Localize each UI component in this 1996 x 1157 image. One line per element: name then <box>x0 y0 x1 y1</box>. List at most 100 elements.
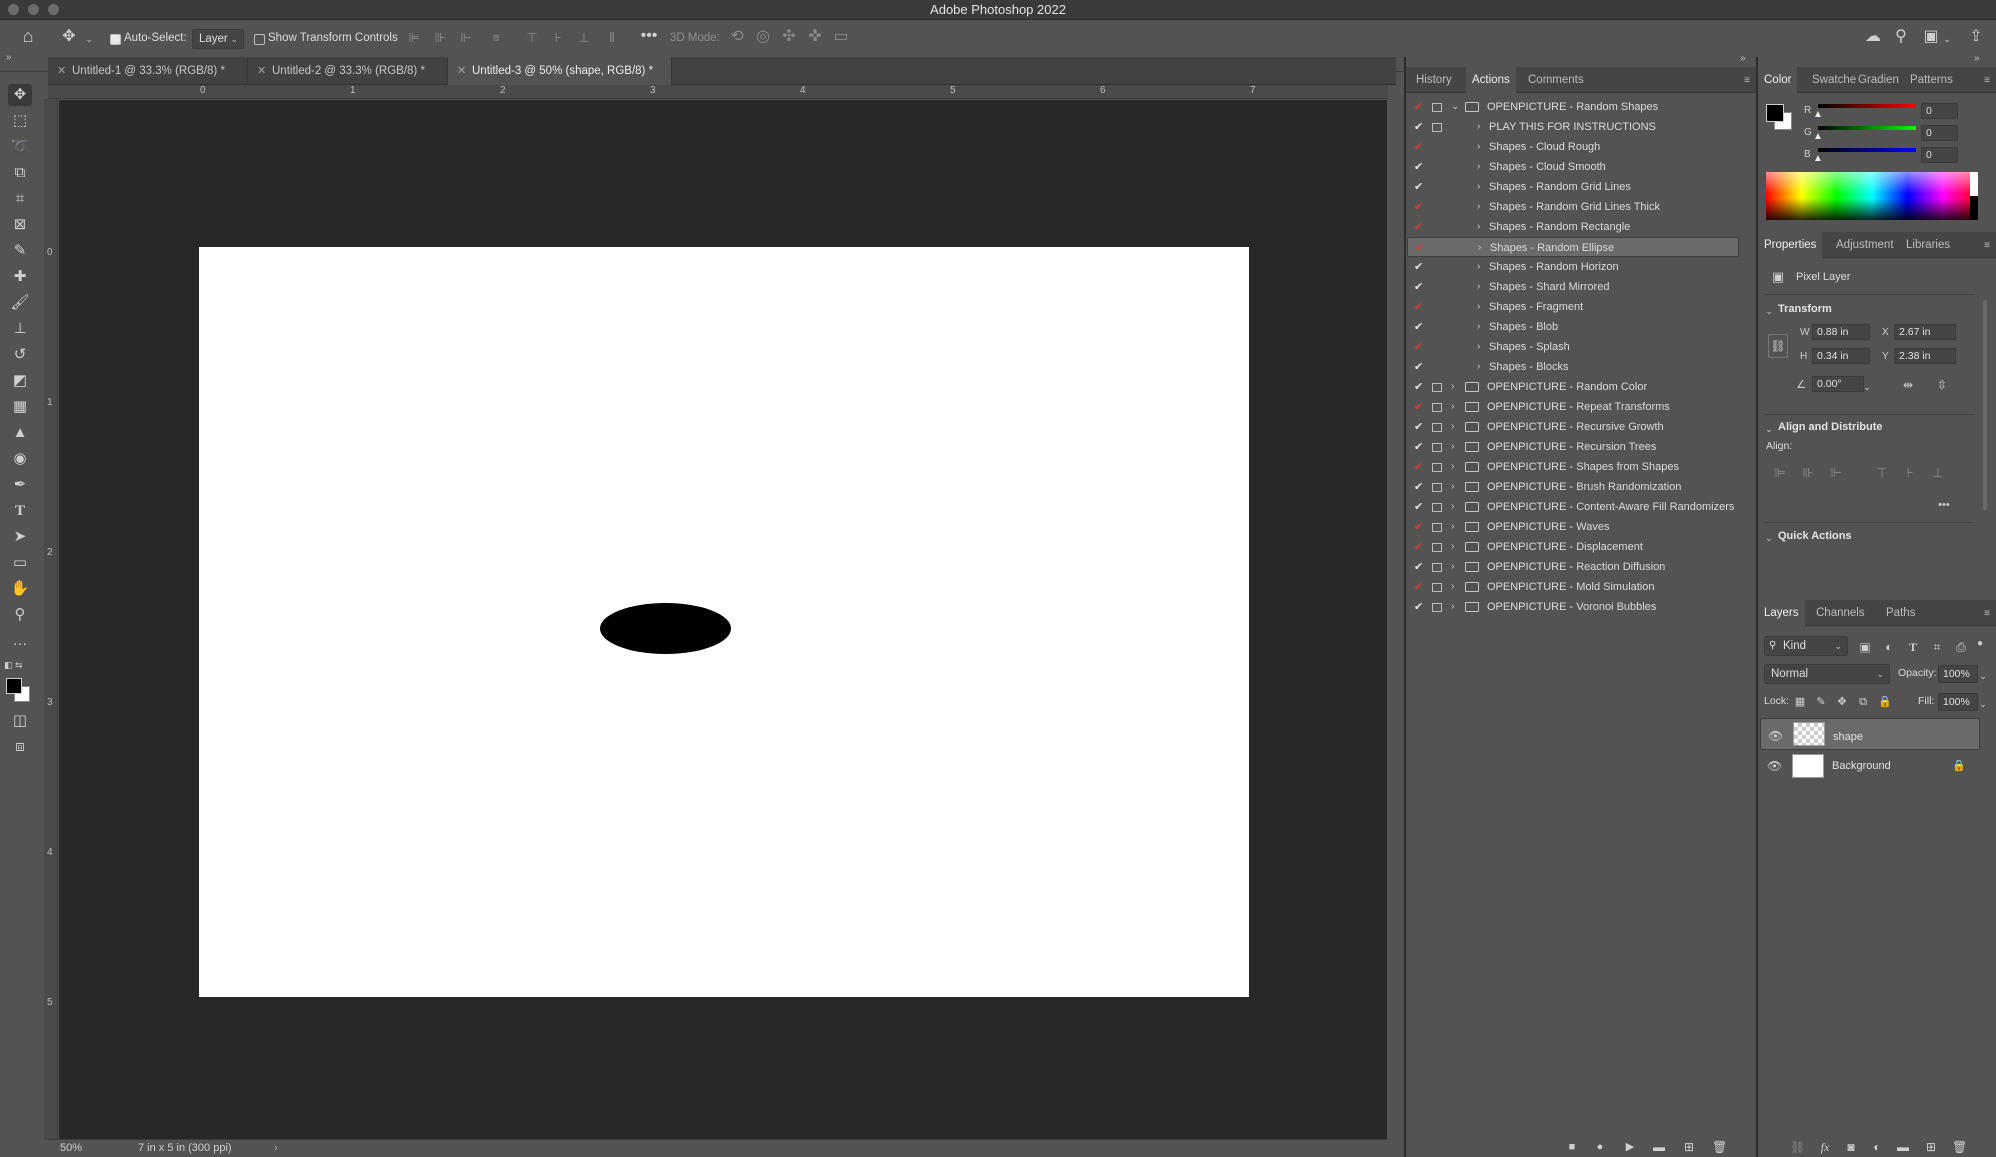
gradient-tool-icon[interactable]: ▦ <box>8 396 32 418</box>
toggle-item-check-icon[interactable]: ✔ <box>1414 297 1423 317</box>
dialog-toggle-icon[interactable] <box>1432 583 1442 592</box>
toggle-item-check-icon[interactable]: ✔ <box>1414 477 1423 497</box>
panel-divider[interactable] <box>1404 57 1406 1157</box>
pen-tool-icon[interactable]: ✒ <box>8 474 32 496</box>
close-window-icon[interactable] <box>8 4 19 15</box>
tab-comments[interactable]: Comments <box>1528 67 1584 93</box>
dialog-toggle-icon[interactable] <box>1432 503 1442 512</box>
link-layers-icon[interactable]: ⛓ <box>1790 1139 1805 1155</box>
minimize-window-icon[interactable] <box>28 4 39 15</box>
workspace-chevron-icon[interactable]: ⌄ <box>1942 31 1952 47</box>
g-value[interactable]: 0 <box>1921 125 1958 141</box>
more-align-options-icon[interactable]: ••• <box>1936 497 1952 513</box>
action-row[interactable]: ✔ › Shapes - Shard Mirrored <box>1407 277 1739 297</box>
tab-color[interactable]: Color <box>1758 67 1798 93</box>
r-slider-handle-icon[interactable]: ▲ <box>1812 107 1824 123</box>
dialog-toggle-icon[interactable] <box>1432 563 1442 572</box>
chevron-right-icon[interactable]: › <box>1451 377 1454 397</box>
filter-shape-icon[interactable]: ⌗ <box>1930 639 1944 655</box>
flip-vertical-icon[interactable]: ⇳ <box>1934 377 1950 393</box>
eye-icon[interactable]: 👁 <box>1768 727 1783 745</box>
g-slider[interactable] <box>1818 126 1916 130</box>
chevron-right-icon[interactable]: › <box>1451 537 1454 557</box>
toggle-item-check-icon[interactable]: ✔ <box>1414 397 1423 417</box>
zoom-tool-icon[interactable]: ⚲ <box>8 604 32 626</box>
blend-mode-dropdown[interactable]: Normal ⌄ <box>1764 664 1890 684</box>
align-top-icon[interactable]: ⊤ <box>524 30 540 46</box>
layer-name[interactable]: shape <box>1833 728 1863 746</box>
new-layer-icon[interactable]: ⊞ <box>1924 1139 1938 1155</box>
3d-scale-icon[interactable]: ▭ <box>832 29 850 45</box>
height-field[interactable]: 0.34 in <box>1812 348 1870 364</box>
panel-menu-icon[interactable]: ≡ <box>1984 608 1990 619</box>
action-set-row[interactable]: ✔ › OPENPICTURE - Recursion Trees <box>1407 437 1739 457</box>
chevron-right-icon[interactable]: › <box>1477 297 1480 317</box>
swap-colors-icon[interactable]: ◧ ⇆ <box>4 660 32 674</box>
toggle-item-check-icon[interactable]: ✔ <box>1414 437 1423 457</box>
lock-transparent-icon[interactable]: ▦ <box>1794 694 1806 710</box>
action-set-row[interactable]: ✔ › OPENPICTURE - Mold Simulation <box>1407 577 1739 597</box>
dialog-toggle-icon[interactable] <box>1432 523 1442 532</box>
chevron-right-icon[interactable]: › <box>1451 577 1454 597</box>
frame-tool-icon[interactable]: ⊠ <box>8 214 32 236</box>
distribute-vertical-icon[interactable]: ≡ <box>488 30 504 46</box>
toggle-item-check-icon[interactable]: ✔ <box>1414 177 1423 197</box>
lock-all-icon[interactable]: 🔒 <box>1878 694 1892 710</box>
action-set-row[interactable]: ✔ › OPENPICTURE - Brush Randomization <box>1407 477 1739 497</box>
toggle-item-check-icon[interactable]: ✔ <box>1414 557 1423 577</box>
dialog-toggle-icon[interactable] <box>1432 443 1442 452</box>
tab-layers[interactable]: Layers <box>1758 600 1805 626</box>
screen-mode-icon[interactable]: ⧈ <box>8 736 32 758</box>
width-field[interactable]: 0.88 in <box>1812 324 1870 340</box>
panel-menu-icon[interactable]: ≡ <box>1744 75 1750 86</box>
b-value[interactable]: 0 <box>1921 147 1958 163</box>
more-options-icon[interactable]: ••• <box>640 28 658 44</box>
layer-row-shape[interactable]: 👁 shape <box>1760 718 1980 750</box>
color-spectrum[interactable] <box>1766 172 1978 220</box>
lasso-tool-icon[interactable]: ➰ <box>8 136 32 158</box>
link-icon[interactable]: ⛓ <box>1768 334 1788 358</box>
chevron-right-icon[interactable]: › <box>1477 357 1480 377</box>
close-tab-icon[interactable]: ✕ <box>257 57 266 85</box>
new-action-icon[interactable]: ⊞ <box>1682 1139 1696 1155</box>
move-tool-icon[interactable]: ✥ <box>60 29 78 45</box>
share-icon[interactable]: ⇪ <box>1967 29 1985 45</box>
auto-select-checkbox[interactable] <box>110 34 121 45</box>
toggle-item-check-icon[interactable]: ✔ <box>1414 257 1423 277</box>
object-select-tool-icon[interactable]: ⧉ <box>8 162 32 184</box>
chevron-right-icon[interactable]: › <box>1451 397 1454 417</box>
action-row[interactable]: ✔ › Shapes - Random Horizon <box>1407 257 1739 277</box>
foreground-color-swatch[interactable] <box>1766 104 1784 122</box>
crop-tool-icon[interactable]: ⌗ <box>8 188 32 210</box>
panel-menu-icon[interactable]: ≡ <box>1984 240 1990 251</box>
3d-roll-icon[interactable]: ◎ <box>754 29 772 45</box>
toggle-item-check-icon[interactable]: ✔ <box>1414 517 1423 537</box>
action-set-row[interactable]: ✔ › OPENPICTURE - Reaction Diffusion <box>1407 557 1739 577</box>
action-row[interactable]: ✔ › Shapes - Cloud Rough <box>1407 137 1739 157</box>
new-set-icon[interactable]: ▬ <box>1652 1139 1666 1155</box>
chevron-right-icon[interactable]: › <box>1477 197 1480 217</box>
chevron-right-icon[interactable]: › <box>1477 217 1480 237</box>
clone-stamp-tool-icon[interactable]: ⊥ <box>8 318 32 340</box>
3d-pan-icon[interactable]: ✣ <box>780 29 798 45</box>
play-icon[interactable]: ▶ <box>1624 1139 1636 1155</box>
dialog-toggle-icon[interactable] <box>1432 543 1442 552</box>
chevron-right-icon[interactable]: › <box>1451 517 1454 537</box>
document-canvas[interactable] <box>199 247 1249 997</box>
dialog-toggle-icon[interactable] <box>1432 123 1442 132</box>
3d-orbit-icon[interactable]: ⟲ <box>728 29 746 45</box>
chevron-right-icon[interactable]: › <box>1477 257 1480 277</box>
toggle-item-check-icon[interactable]: ✔ <box>1414 337 1423 357</box>
black-swatch[interactable] <box>1970 196 1978 220</box>
dialog-toggle-icon[interactable] <box>1432 483 1442 492</box>
fill-chevron-icon[interactable]: ⌄ <box>1978 696 1988 712</box>
flip-horizontal-icon[interactable]: ⇹ <box>1900 377 1916 393</box>
toggle-item-check-icon[interactable]: ✔ <box>1414 577 1423 597</box>
align-right-icon[interactable]: ⊩ <box>458 30 474 46</box>
chevron-right-icon[interactable]: › <box>1477 317 1480 337</box>
toggle-item-check-icon[interactable]: ✔ <box>1414 277 1423 297</box>
tab-swatches[interactable]: Swatche <box>1812 67 1856 93</box>
chevron-right-icon[interactable]: › <box>1477 157 1480 177</box>
auto-select-dropdown[interactable]: Layer ⌄ <box>192 29 244 49</box>
new-group-icon[interactable]: ▬ <box>1896 1139 1910 1155</box>
